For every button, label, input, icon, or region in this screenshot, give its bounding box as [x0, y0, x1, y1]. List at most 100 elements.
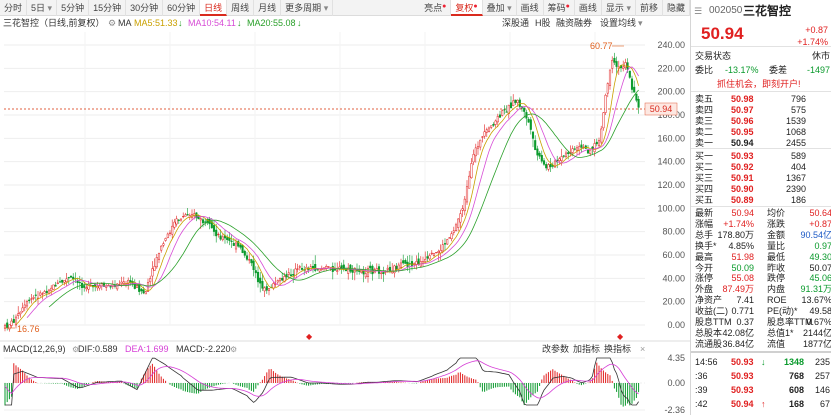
candle-body [509, 102, 513, 109]
stat-value: 0.37 [736, 317, 754, 327]
candle-body [281, 277, 284, 281]
chevron-down-icon: ▾ [321, 2, 329, 13]
stat-row: 股息TTM 0.37 股息率TTM 0.67% [691, 317, 831, 328]
stat-value: 50.09 [731, 262, 754, 273]
candle-body [571, 148, 574, 153]
ma5-value: MA5:51.33 [134, 18, 178, 28]
link-hshare[interactable]: H股 [535, 17, 551, 29]
tool-button-3-label: 画线 [520, 2, 539, 13]
last-price: 50.94 [701, 24, 744, 43]
period-tab-5[interactable]: 60分钟 [163, 0, 201, 16]
ma10-line [26, 66, 639, 318]
tool-button-4[interactable]: 筹码● [544, 0, 575, 16]
promo-link[interactable]: 抓住机会，即刻开户! [717, 78, 801, 90]
chart-title: 三花智控（日线,前复权） [3, 18, 105, 28]
tool-button-5[interactable]: 画线 [575, 0, 602, 16]
candle-body [435, 252, 438, 254]
candle-body [138, 284, 141, 292]
stat-label: 内盘 [767, 284, 786, 295]
candle-body [289, 274, 293, 277]
stat-value: 50.64 [809, 208, 831, 218]
candle-body [604, 94, 607, 113]
candle-body [369, 265, 372, 269]
candle-body [472, 154, 475, 163]
divider [691, 206, 831, 207]
macd-legend-label: DIF:0.589 [78, 344, 118, 354]
candle-body [10, 320, 13, 326]
period-tab-9[interactable]: 更多周期 ▾ [281, 0, 334, 16]
candle-body [43, 291, 46, 294]
candle-body [215, 229, 218, 237]
macd-link[interactable]: 换指标 [604, 343, 631, 354]
tool-button-2[interactable]: 叠加 ▾ [483, 0, 517, 16]
period-tab-6[interactable]: 日线 [200, 0, 228, 16]
candle-body [593, 143, 596, 152]
candle-body [300, 268, 304, 270]
candle-body [298, 266, 301, 268]
tool-button-7[interactable]: 前移 [636, 0, 663, 16]
link-sgt[interactable]: 深股通 [502, 17, 529, 29]
candle-body [72, 276, 75, 280]
stat-row: 涨幅 +1.74% 涨跌 +0.87 [691, 219, 831, 230]
tick-arrow-icon: ↑ [761, 399, 766, 409]
candle-body [446, 239, 449, 245]
candle-body [259, 277, 262, 284]
period-tab-0-label: 分时 [4, 2, 23, 13]
chevron-down-icon: ▾ [45, 2, 53, 13]
candle-body [45, 290, 48, 294]
stat-label: 外盘 [695, 284, 714, 295]
price-axis: 240.00220.00200.00180.00160.00140.00120.… [4, 40, 685, 341]
candle-body [52, 284, 55, 290]
period-tab-3[interactable]: 15分钟 [89, 0, 127, 16]
candle-body [580, 144, 583, 148]
candle-body [142, 289, 145, 294]
period-tab-8[interactable]: 月线 [254, 0, 282, 16]
ma5-line [15, 64, 639, 325]
candle-body [360, 271, 363, 273]
period-tab-2-label: 5分钟 [61, 2, 85, 13]
macd-link[interactable]: 改参数 [542, 343, 569, 354]
candle-body [459, 213, 462, 223]
link-set-ma[interactable]: 设置均线 [600, 17, 636, 29]
candle-body [382, 272, 385, 274]
stat-label: 最新 [695, 208, 714, 218]
ma20-line [48, 89, 639, 308]
quote-price-row: 50.94 +0.87 +1.74% [691, 24, 831, 47]
period-tab-7-label: 周线 [231, 2, 250, 13]
weibi-row: 委比 -13.17% 委差 -1497 [691, 64, 831, 76]
stat-label: 最低 [767, 251, 786, 262]
stat-label: 跌停 [767, 273, 786, 284]
tick-row: :36 50.93 768 257 [691, 369, 831, 383]
stat-value: 4.85% [728, 240, 754, 251]
stat-row: 净资产 7.41 ROE 13.67% [691, 295, 831, 306]
period-tab-4[interactable]: 30分钟 [126, 0, 164, 16]
link-margin[interactable]: 融资融券 [556, 17, 592, 29]
tool-button-1[interactable]: 复权● [451, 0, 483, 16]
tool-button-0[interactable]: 亮点● [420, 0, 452, 16]
chevron-down-icon[interactable]: ▾ [638, 17, 643, 29]
candle-body [496, 116, 499, 123]
chevron-down-icon: ▾ [623, 2, 631, 13]
candle-body [276, 280, 279, 283]
candle-body [109, 285, 112, 288]
candle-body [448, 237, 451, 239]
period-tab-1[interactable]: 5日 ▾ [27, 0, 58, 16]
settings-icon[interactable]: ⚙ [108, 17, 116, 29]
stat-label: 昨收 [767, 262, 786, 273]
notification-dot-icon: ● [442, 2, 447, 10]
macd-link[interactable]: 加指标 [573, 343, 600, 354]
candle-body [624, 62, 627, 68]
candle-body [78, 281, 81, 284]
period-tab-2[interactable]: 5分钟 [57, 0, 90, 16]
y-tick-label: 120.00 [657, 180, 685, 190]
menu-icon[interactable]: ☰ [694, 5, 702, 17]
stat-label: PE(动)* [767, 306, 798, 317]
period-tab-0[interactable]: 分时 [0, 0, 28, 16]
candle-body [470, 163, 473, 179]
kline-chart[interactable]: 240.00220.00200.00180.00160.00140.00120.… [0, 30, 690, 415]
period-tab-7[interactable]: 周线 [227, 0, 255, 16]
tool-button-8[interactable]: 隐藏 [663, 0, 690, 16]
ma-lines [15, 64, 639, 325]
tool-button-3[interactable]: 画线 [517, 0, 544, 16]
tool-button-6[interactable]: 显示 ▾ [602, 0, 636, 16]
